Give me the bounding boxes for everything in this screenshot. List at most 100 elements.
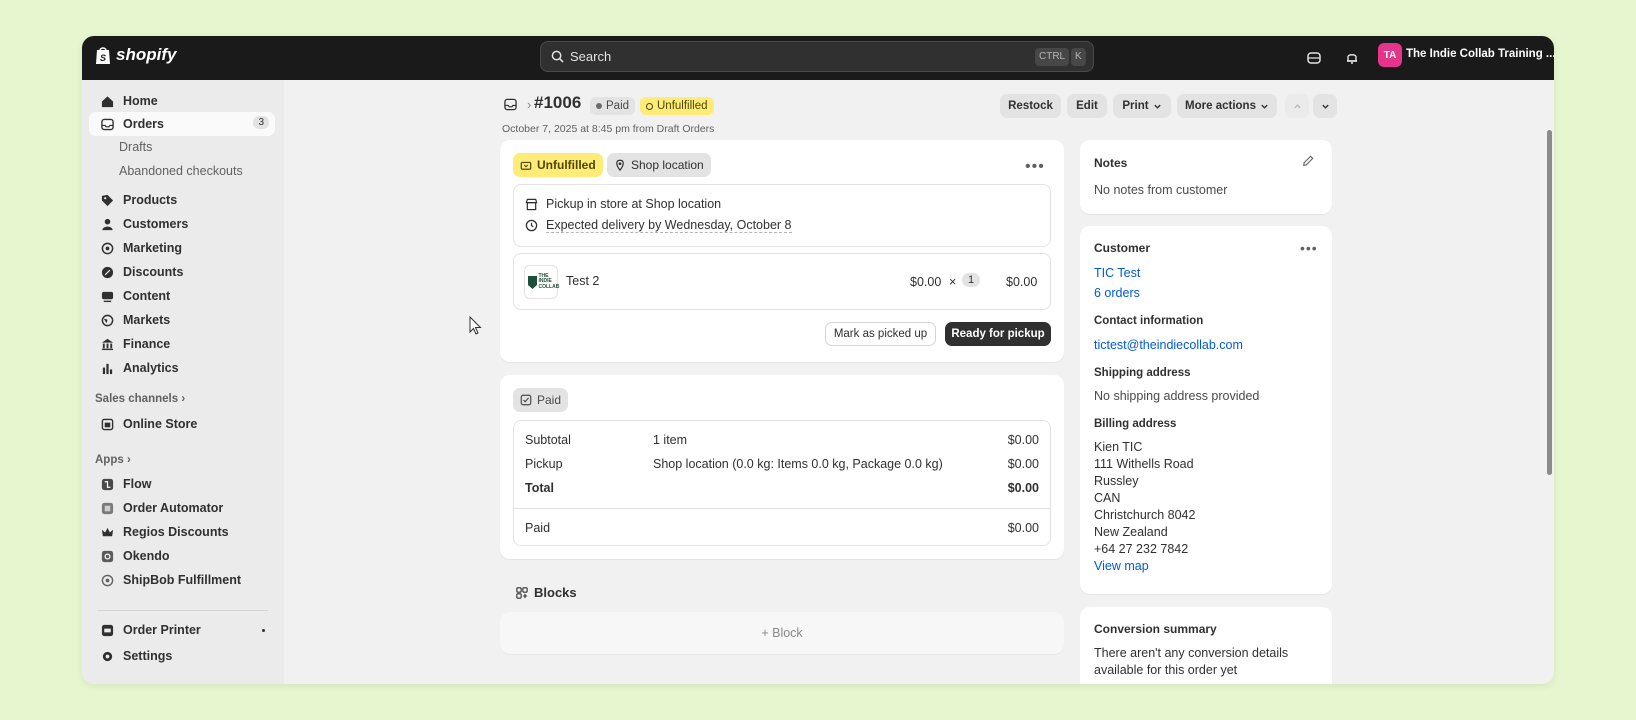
sidebar-item-finance[interactable]: Finance	[89, 332, 275, 356]
conversion-text-line1: There aren't any conversion details	[1094, 646, 1289, 660]
restock-button[interactable]: Restock	[1000, 94, 1061, 118]
sidebar-item-products[interactable]: Products	[89, 188, 275, 212]
globe-icon	[99, 312, 115, 328]
sidebar-item-customers[interactable]: Customers	[89, 212, 275, 236]
unfulfilled-pill: Unfulfilled	[513, 153, 603, 177]
pencil-icon[interactable]	[1302, 155, 1314, 167]
sidebar-item-label: Customers	[123, 217, 189, 231]
sidebar-item-discounts[interactable]: Discounts	[89, 260, 275, 284]
sidebar-item-orders[interactable]: Orders 3	[89, 112, 275, 136]
sidebar-item-label: Flow	[123, 477, 152, 491]
sidebar-item-markets[interactable]: Markets	[89, 308, 275, 332]
store-name[interactable]: The Indie Collab Training ...	[1406, 48, 1554, 60]
sidekick-icon[interactable]	[1304, 48, 1324, 68]
sidebar-item-drafts[interactable]: Drafts	[119, 140, 152, 154]
customer-name-link[interactable]: TIC Test	[1094, 266, 1140, 280]
pickup-line: Pickup in store at Shop location	[546, 197, 722, 211]
edit-button[interactable]: Edit	[1067, 94, 1107, 118]
view-map-link[interactable]: View map	[1094, 559, 1149, 573]
fulfillment-menu-icon[interactable]: •••	[1025, 158, 1045, 176]
paid-pill-label: Paid	[537, 393, 562, 407]
sidebar-item-label: Regios Discounts	[123, 525, 229, 539]
pin-dot-icon	[262, 629, 265, 632]
customer-title: Customer	[1094, 241, 1151, 255]
delivery-line[interactable]: Expected delivery by Wednesday, October …	[546, 218, 792, 233]
mark-picked-up-button[interactable]: Mark as picked up	[825, 322, 936, 346]
sidebar-item-content[interactable]: Content	[89, 284, 275, 308]
subtotal-label: Subtotal	[525, 433, 571, 447]
sidebar-item-label: Content	[123, 289, 171, 303]
sidebar-item-marketing[interactable]: Marketing	[89, 236, 275, 260]
sidebar-item-okendo[interactable]: Okendo	[89, 544, 275, 568]
sidebar-item-settings[interactable]: Settings	[89, 644, 275, 668]
sidebar-item-flow[interactable]: Flow	[89, 472, 275, 496]
payment-summary-box: Subtotal 1 item $0.00 Pickup Shop locati…	[513, 420, 1051, 546]
unfulfilled-pill-label: Unfulfilled	[537, 158, 596, 172]
sidebar-item-shipbob[interactable]: ShipBob Fulfillment	[89, 568, 275, 592]
person-icon	[99, 216, 115, 232]
print-button[interactable]: Print	[1113, 94, 1171, 118]
conversion-text-line2: available for this order yet	[1094, 663, 1238, 677]
product-thumbnail[interactable]: THE INDIE COLLAB	[524, 265, 559, 299]
sidebar-item-regios-discounts[interactable]: Regios Discounts	[89, 520, 275, 544]
more-actions-button[interactable]: More actions	[1177, 94, 1277, 118]
shortcut-ctrl: CTRL	[1035, 48, 1070, 66]
sidebar-item-label: Okendo	[123, 549, 170, 563]
ready-for-pickup-button[interactable]: Ready for pickup	[945, 322, 1051, 346]
crown-icon	[99, 524, 115, 540]
previous-order-button[interactable]	[1285, 94, 1309, 118]
apps-header[interactable]: Apps ›	[95, 454, 131, 466]
product-name-link[interactable]: Test 2	[566, 274, 599, 288]
customer-orders-link[interactable]: 6 orders	[1094, 286, 1140, 300]
unit-price: $0.00	[910, 275, 942, 289]
search-input[interactable]: Search CTRL K	[540, 41, 1094, 72]
shipbob-app-icon	[99, 572, 115, 588]
orders-breadcrumb[interactable]: ›	[504, 97, 531, 112]
customer-email-link[interactable]: tictest@theindiecollab.com	[1094, 338, 1243, 352]
store-icon	[99, 416, 115, 432]
mouse-cursor-icon	[469, 316, 482, 335]
paid-pill: Paid	[513, 388, 569, 412]
chevron-down-icon	[1321, 104, 1329, 109]
add-block-button[interactable]: + Block	[500, 612, 1064, 654]
line-total: $0.00	[1006, 275, 1038, 289]
sidebar-item-order-printer[interactable]: Order Printer	[89, 618, 275, 642]
shopify-bag-icon: S	[96, 47, 110, 64]
conversion-summary-card: Conversion summary There aren't any conv…	[1080, 607, 1332, 684]
paid-status-badge: Paid	[590, 97, 636, 115]
gear-icon	[99, 648, 115, 664]
sidebar-item-abandoned-checkouts[interactable]: Abandoned checkouts	[119, 164, 243, 178]
paid-label: Paid	[525, 521, 551, 535]
shortcut-k: K	[1071, 48, 1086, 66]
sales-channels-header[interactable]: Sales channels ›	[95, 393, 185, 405]
printer-app-icon	[99, 622, 115, 638]
okendo-app-icon	[99, 548, 115, 564]
billing-line: +64 27 232 7842	[1094, 542, 1189, 556]
sidebar-item-order-automator[interactable]: Order Automator	[89, 496, 275, 520]
print-label: Print	[1122, 100, 1149, 112]
svg-text:S: S	[100, 53, 106, 63]
unfulfilled-ring-icon	[646, 102, 653, 110]
chevron-up-icon	[1293, 103, 1301, 108]
customer-menu-icon[interactable]: •••	[1300, 240, 1318, 256]
next-order-button[interactable]	[1313, 94, 1337, 118]
sidebar-item-label: ShipBob Fulfillment	[123, 573, 242, 587]
sidebar-item-label: Products	[123, 193, 178, 207]
sidebar-item-label: Order Printer	[123, 623, 201, 637]
unfulfilled-badge-label: Unfulfilled	[657, 100, 708, 112]
store-avatar[interactable]: TA	[1378, 43, 1402, 67]
sidebar-item-home[interactable]: Home	[89, 89, 275, 113]
shopify-logo[interactable]: S shopify	[94, 45, 176, 65]
subtotal-desc: 1 item	[653, 433, 688, 447]
bank-icon	[99, 336, 115, 352]
blocks-title: Blocks	[534, 585, 577, 600]
sidebar-item-analytics[interactable]: Analytics	[89, 356, 275, 380]
bell-icon[interactable]	[1342, 48, 1362, 68]
sidebar-item-online-store[interactable]: Online Store	[89, 412, 275, 436]
chevron-down-icon	[1153, 104, 1161, 109]
contact-info-title: Contact information	[1094, 315, 1204, 327]
billing-address-title: Billing address	[1094, 418, 1177, 430]
home-icon	[99, 93, 115, 109]
page-scrollbar[interactable]	[1547, 130, 1552, 475]
page-title: #1006	[534, 93, 582, 112]
